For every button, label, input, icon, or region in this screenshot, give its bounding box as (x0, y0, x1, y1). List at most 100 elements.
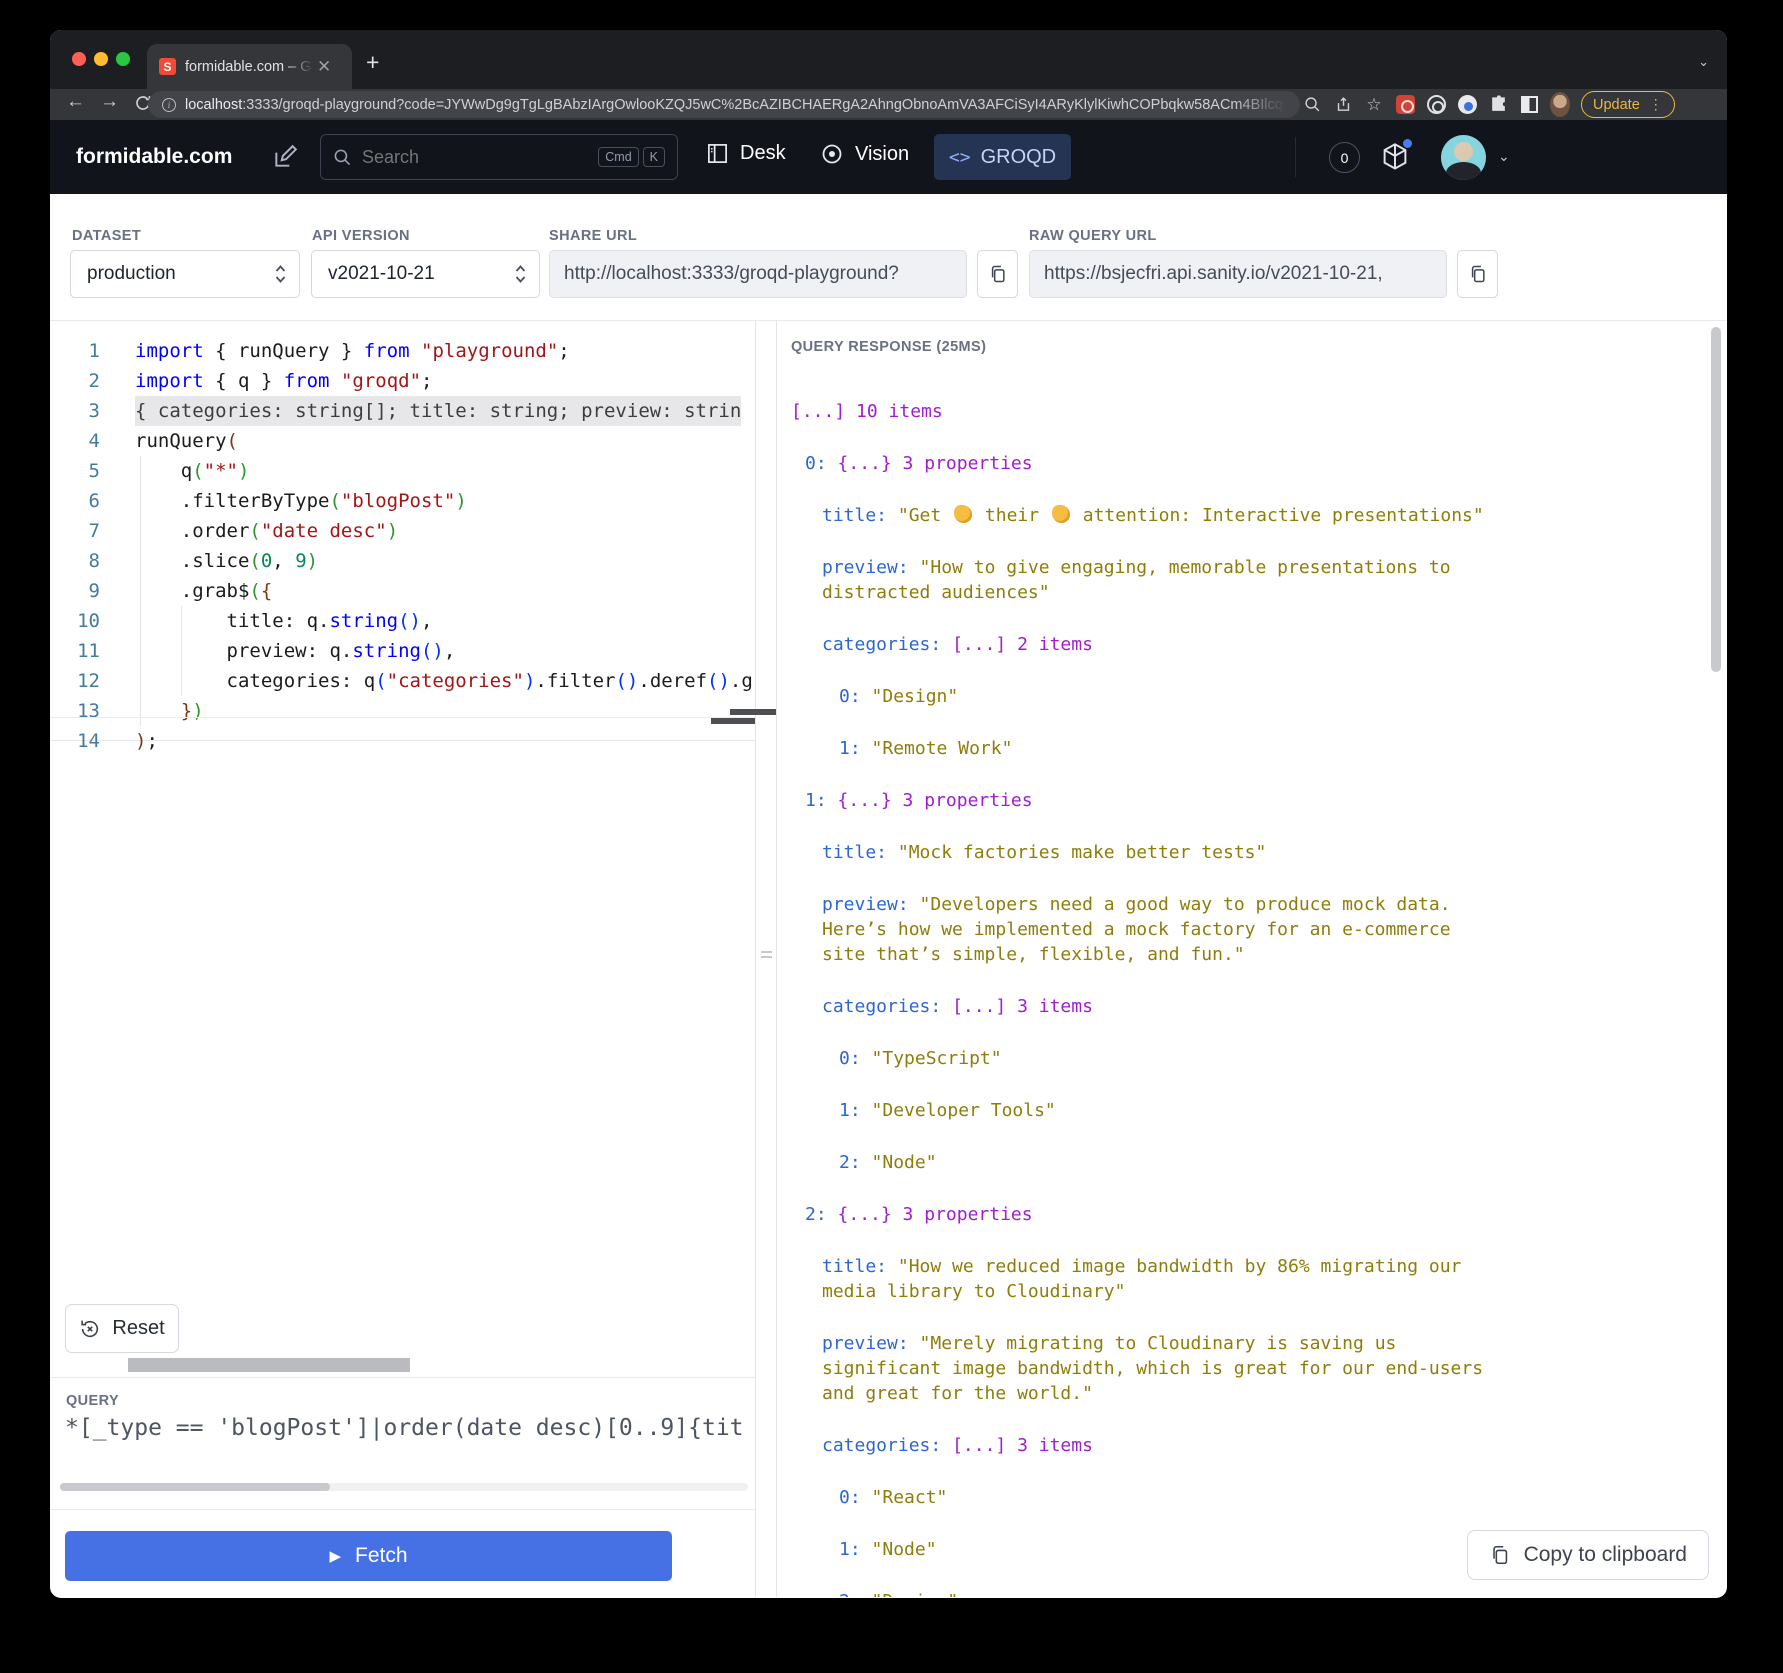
browser-tab[interactable]: S formidable.com – Groqd Playgr ✕ (147, 44, 352, 89)
bookmark-star-icon[interactable]: ☆ (1364, 95, 1384, 115)
select-chevrons-icon (514, 262, 527, 286)
code-line[interactable]: 8 .slice(0, 9) (50, 546, 755, 576)
query-scrollbar-thumb[interactable] (60, 1483, 330, 1491)
puzzle-extensions-icon[interactable] (1488, 95, 1508, 115)
response-field: preview: "How to give engaging, memorabl… (791, 555, 1491, 605)
line-number: 12 (50, 666, 100, 696)
menu-kebab-icon[interactable]: ⋮ (1649, 96, 1663, 113)
response-field: title: "Get their attention: Interactive… (791, 503, 1491, 528)
code-line[interactable]: 6 .filterByType("blogPost") (50, 486, 755, 516)
pane-resizer[interactable] (755, 321, 777, 1597)
share-url-input[interactable]: http://localhost:3333/groqd-playground? (549, 250, 967, 298)
tree-toggle[interactable]: [...] 10 items (791, 401, 943, 422)
clap-emoji (1052, 505, 1070, 523)
extension-red-icon[interactable] (1395, 95, 1415, 115)
back-button[interactable]: ← (66, 91, 85, 113)
line-number: 3 (50, 396, 100, 426)
code-line[interactable]: 7 .order("date desc") (50, 516, 755, 546)
workspace-title[interactable]: formidable.com (76, 145, 232, 169)
browser-profile-avatar[interactable] (1550, 95, 1570, 115)
share-url-label: SHARE URL (549, 228, 637, 244)
vision-eye-icon (820, 142, 844, 166)
minimize-window-button[interactable] (94, 52, 108, 66)
code-line[interactable]: 3{ categories: string[]; title: string; … (50, 396, 755, 426)
section-divider (50, 1377, 755, 1378)
response-item: 2: {...} 3 properties (791, 1202, 1491, 1227)
response-array-item: 0: "React" (791, 1485, 1491, 1510)
line-number: 5 (50, 456, 100, 486)
tree-toggle[interactable]: 2: (805, 1204, 827, 1225)
extension-bw-icon[interactable] (1519, 95, 1539, 115)
dataset-select[interactable]: production (70, 250, 300, 298)
response-field: preview: "Merely migrating to Cloudinary… (791, 1331, 1491, 1406)
tab-desk[interactable]: Desk (706, 142, 786, 165)
chrome-update-button[interactable]: Update⋮ (1581, 91, 1675, 118)
api-version-select[interactable]: v2021-10-21 (311, 250, 540, 298)
tree-toggle[interactable]: {...} 3 properties (838, 1204, 1033, 1225)
package-cube-icon[interactable] (1381, 142, 1409, 172)
editor-hscrollbar-thumb[interactable] (711, 718, 755, 724)
editor-hscrollbar-track[interactable] (50, 717, 755, 725)
notifications-badge[interactable]: 0 (1329, 142, 1360, 173)
tab-close-icon[interactable]: ✕ (317, 57, 331, 77)
copy-raw-query-url-button[interactable] (1457, 250, 1498, 298)
response-field: categories: [...] 3 items (791, 994, 1491, 1019)
user-avatar[interactable] (1441, 135, 1486, 180)
response-vscrollbar-thumb[interactable] (1711, 327, 1721, 672)
resizer-handle[interactable] (730, 709, 776, 715)
tree-toggle[interactable]: 0: (805, 453, 827, 474)
code-line[interactable]: 11 preview: q.string(), (50, 636, 755, 666)
fetch-button[interactable]: ▶ Fetch (65, 1531, 672, 1581)
kbd-k: K (643, 147, 665, 167)
copy-share-url-button[interactable] (977, 250, 1018, 298)
pane-hscrollbar-thumb[interactable] (128, 1358, 410, 1372)
copy-to-clipboard-button[interactable]: Copy to clipboard (1467, 1530, 1709, 1580)
tree-toggle[interactable]: 1: (805, 790, 827, 811)
search-input[interactable] (362, 147, 594, 168)
global-search[interactable]: Cmd K (320, 134, 678, 180)
response-pane: QUERY RESPONSE (25MS) [...] 10 items0: {… (777, 321, 1727, 1597)
forward-button[interactable]: → (100, 91, 119, 113)
zoom-page-icon[interactable] (1302, 95, 1322, 115)
code-editor[interactable]: 1import { runQuery } from "playground";2… (50, 321, 755, 741)
page-info-icon[interactable]: i (162, 98, 176, 112)
code-line[interactable]: 10 title: q.string(), (50, 606, 755, 636)
code-brackets-icon: <> (949, 147, 971, 168)
user-menu-chevron-icon[interactable]: ⌄ (1498, 148, 1510, 165)
studio-navbar: formidable.com Cmd K Desk Vision <> GROQ… (50, 120, 1727, 194)
tree-toggle[interactable]: [...] 3 items (952, 1435, 1093, 1456)
tree-toggle[interactable]: [...] 2 items (952, 634, 1093, 655)
response-field: categories: [...] 3 items (791, 1433, 1491, 1458)
tree-toggle[interactable]: {...} 3 properties (838, 453, 1033, 474)
zoom-window-button[interactable] (116, 52, 130, 66)
extension-blue-icon[interactable] (1457, 95, 1477, 115)
code-line[interactable]: 9 .grab$({ (50, 576, 755, 606)
response-array-item: 0: "TypeScript" (791, 1046, 1491, 1071)
tab-groqd[interactable]: <> GROQD (934, 134, 1071, 180)
compose-icon[interactable] (272, 144, 298, 170)
section-divider (50, 1509, 755, 1510)
code-line[interactable]: 12 categories: q("categories").filter().… (50, 666, 755, 696)
new-tab-button[interactable]: + (366, 52, 379, 72)
code-line[interactable]: 4runQuery( (50, 426, 755, 456)
tree-toggle[interactable]: [...] 3 items (952, 996, 1093, 1017)
code-line[interactable]: 2import { q } from "groqd"; (50, 366, 755, 396)
address-bar[interactable]: i localhost:3333/groqd-playground?code=J… (148, 91, 1300, 118)
raw-query-url-input[interactable]: https://bsjecfri.api.sanity.io/v2021-10-… (1029, 250, 1447, 298)
code-line[interactable]: 1import { runQuery } from "playground"; (50, 336, 755, 366)
code-line[interactable]: 5 q("*") (50, 456, 755, 486)
clap-emoji (954, 505, 972, 523)
extension-rings-icon[interactable] (1426, 95, 1446, 115)
tab-vision[interactable]: Vision (820, 142, 909, 166)
close-window-button[interactable] (72, 52, 86, 66)
response-array-item: 2: "Design" (791, 1589, 1491, 1597)
tab-search-chevron-icon[interactable]: ⌄ (1698, 54, 1709, 70)
line-number: 7 (50, 516, 100, 546)
select-chevrons-icon (274, 262, 287, 286)
tree-toggle[interactable]: {...} 3 properties (838, 790, 1033, 811)
code-line[interactable]: 14); (50, 726, 755, 756)
share-icon[interactable] (1333, 95, 1353, 115)
playground-controls: DATASET API VERSION SHARE URL RAW QUERY … (50, 194, 1727, 320)
reset-button[interactable]: Reset (65, 1304, 179, 1353)
response-item: 1: {...} 3 properties (791, 788, 1491, 813)
